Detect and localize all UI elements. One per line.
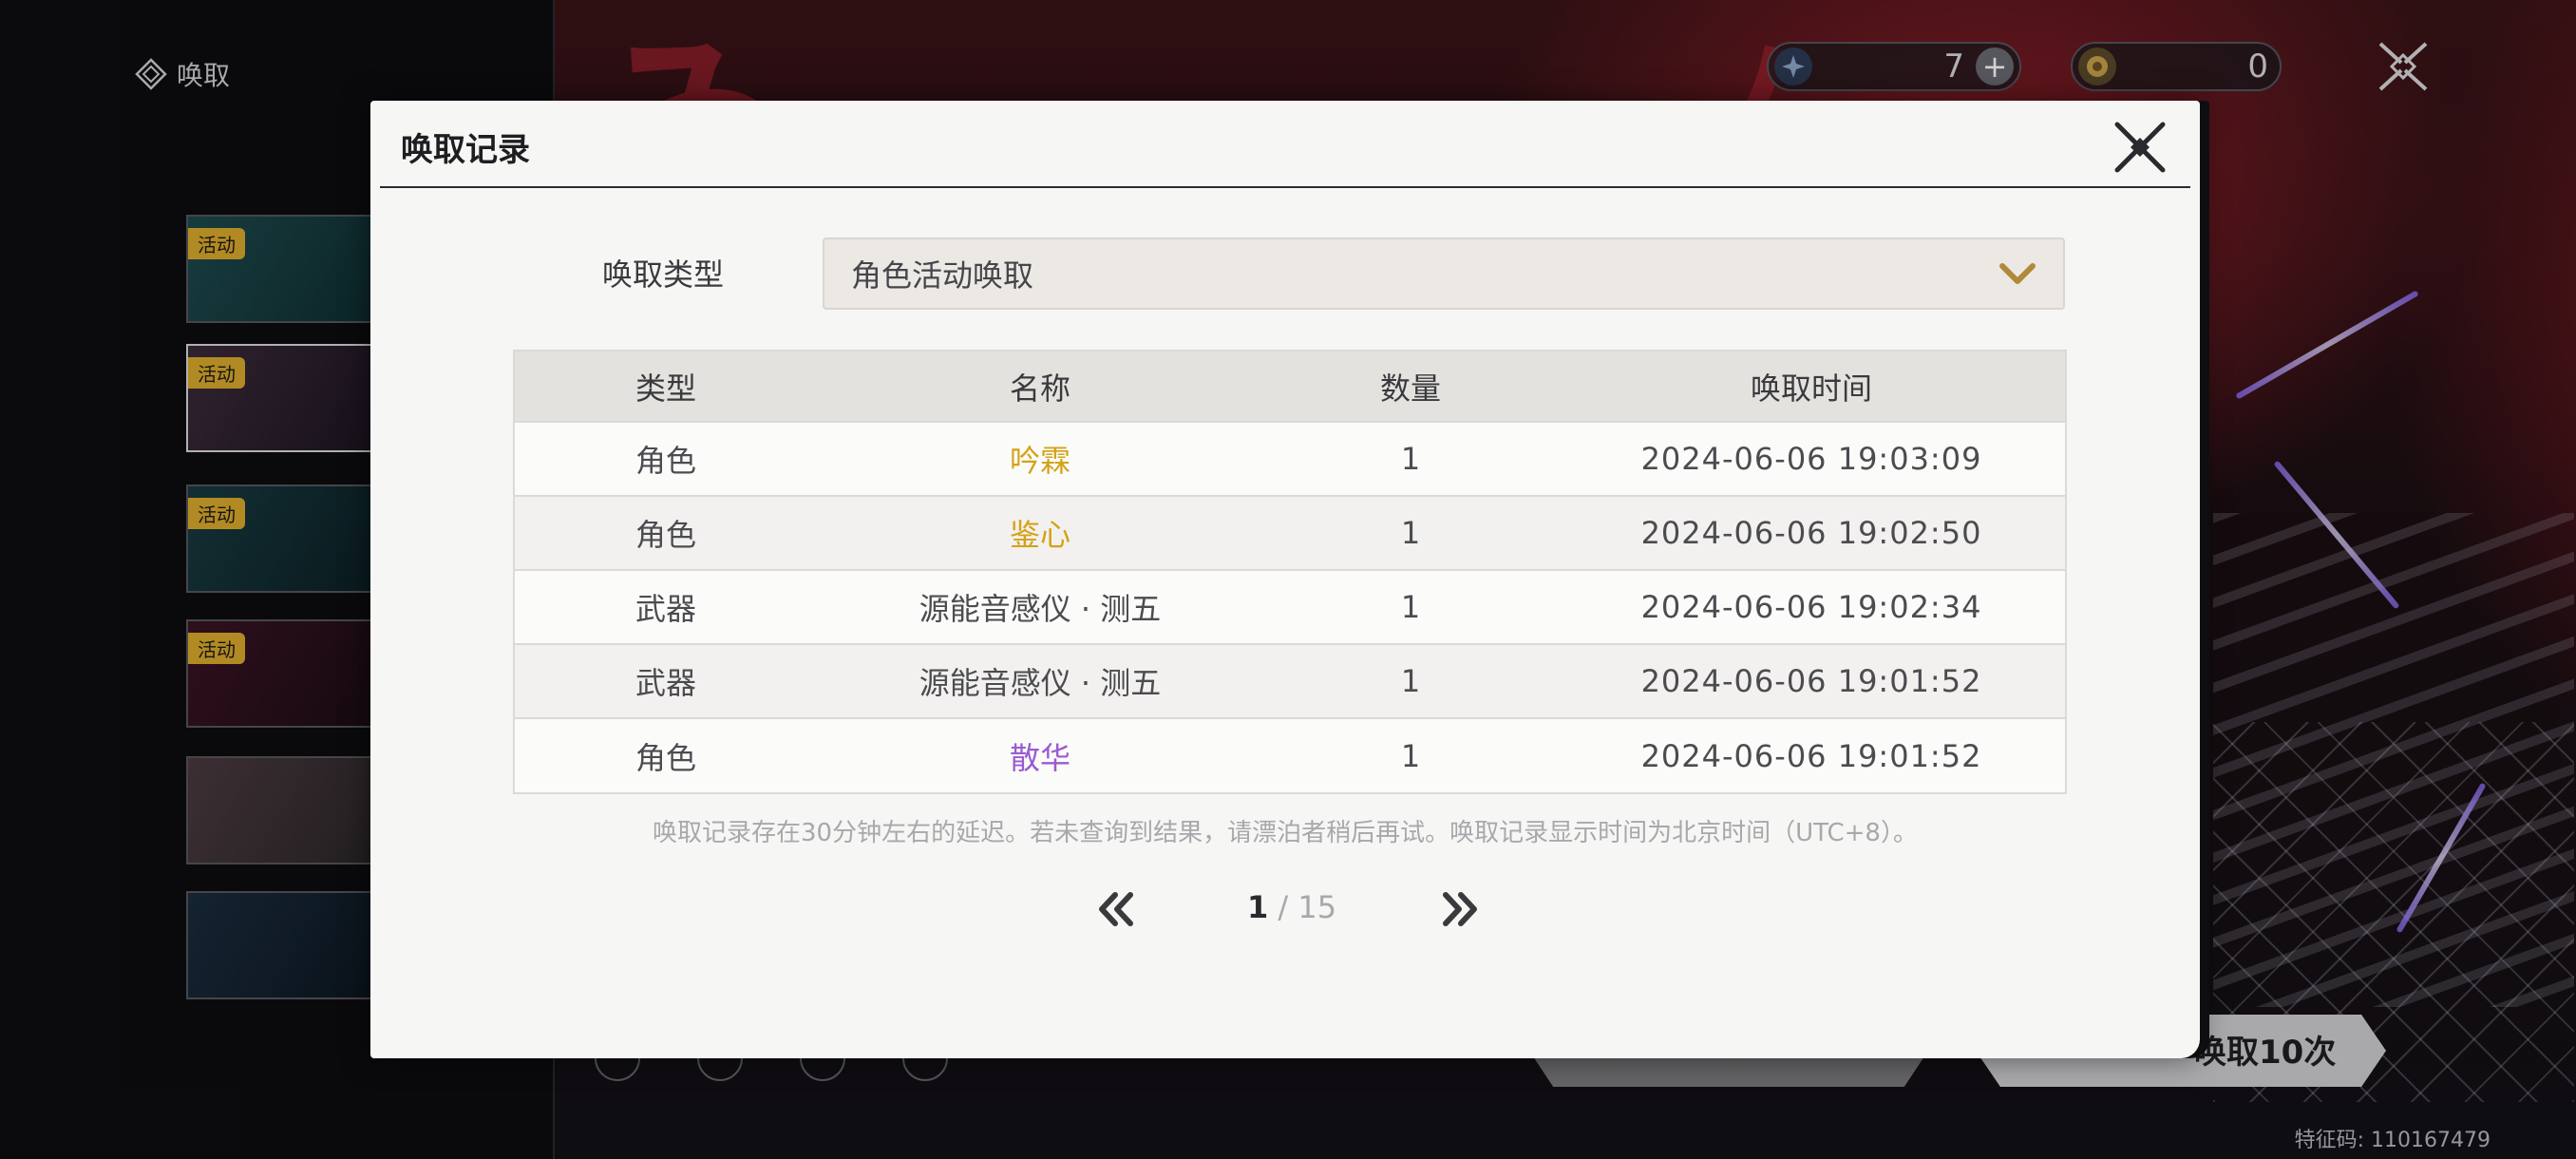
convene-type-dropdown[interactable]: 角色活动唤取 <box>823 238 2065 310</box>
row-count: 1 <box>1263 643 1558 718</box>
close-button[interactable] <box>2107 114 2173 180</box>
delay-notice: 唤取记录存在30分钟左右的延迟。若未查询到结果，请漂泊者稍后再试。唤取记录显示时… <box>653 819 1918 847</box>
row-type: 角色 <box>515 495 817 570</box>
chevron-down-icon <box>1999 263 2036 284</box>
table-row: 角色 散华 1 2024-06-06 19:01:52 <box>515 717 2065 792</box>
column-header-count: 数量 <box>1263 352 1558 422</box>
row-type: 角色 <box>515 421 817 496</box>
row-type: 角色 <box>515 717 817 792</box>
row-name: 散华 <box>817 717 1263 792</box>
row-type: 武器 <box>515 643 817 718</box>
row-count: 1 <box>1263 569 1558 644</box>
row-time: 2024-06-06 19:01:52 <box>1558 643 2065 718</box>
convene-type-label: 唤取类型 <box>602 256 725 293</box>
column-header-type: 类型 <box>515 352 817 422</box>
row-count: 1 <box>1263 421 1558 496</box>
row-time: 2024-06-06 19:01:52 <box>1558 717 2065 792</box>
convene-history-dialog: 唤取记录 唤取类型 角色活动唤取 类型 名称 数量 唤取时间 角色 吟霖 1 2… <box>370 101 2200 1058</box>
row-name: 鉴心 <box>817 495 1263 570</box>
dialog-title: 唤取记录 <box>401 131 530 169</box>
table-row: 角色 鉴心 1 2024-06-06 19:02:50 <box>515 495 2065 570</box>
pagination: 1 / 15 <box>370 880 2200 937</box>
current-page: 1 <box>1246 889 1269 925</box>
previous-page-icon[interactable] <box>1092 885 1140 933</box>
row-count: 1 <box>1263 717 1558 792</box>
row-time: 2024-06-06 19:02:50 <box>1558 495 2065 570</box>
row-name: 吟霖 <box>817 421 1263 496</box>
title-divider <box>380 186 2190 188</box>
row-count: 1 <box>1263 495 1558 570</box>
column-header-time: 唤取时间 <box>1558 352 2065 422</box>
next-page-icon[interactable] <box>1436 885 1484 933</box>
total-pages: 15 <box>1297 889 1337 925</box>
row-time: 2024-06-06 19:02:34 <box>1558 569 2065 644</box>
table-row: 武器 源能音感仪 · 测五 1 2024-06-06 19:01:52 <box>515 643 2065 718</box>
page-separator: / <box>1268 889 1298 925</box>
page-indicator: 1 / 15 <box>1187 889 1396 925</box>
table-row: 角色 吟霖 1 2024-06-06 19:03:09 <box>515 421 2065 496</box>
row-type: 武器 <box>515 569 817 644</box>
row-name: 源能音感仪 · 测五 <box>817 643 1263 718</box>
table-row: 武器 源能音感仪 · 测五 1 2024-06-06 19:02:34 <box>515 569 2065 644</box>
convene-type-value: 角色活动唤取 <box>851 257 1034 294</box>
close-icon <box>2114 122 2166 173</box>
history-table: 类型 名称 数量 唤取时间 角色 吟霖 1 2024-06-06 19:03:0… <box>513 350 2067 794</box>
column-header-name: 名称 <box>817 352 1263 422</box>
row-name: 源能音感仪 · 测五 <box>817 569 1263 644</box>
row-time: 2024-06-06 19:03:09 <box>1558 421 2065 496</box>
table-header-row: 类型 名称 数量 唤取时间 <box>515 352 2065 422</box>
